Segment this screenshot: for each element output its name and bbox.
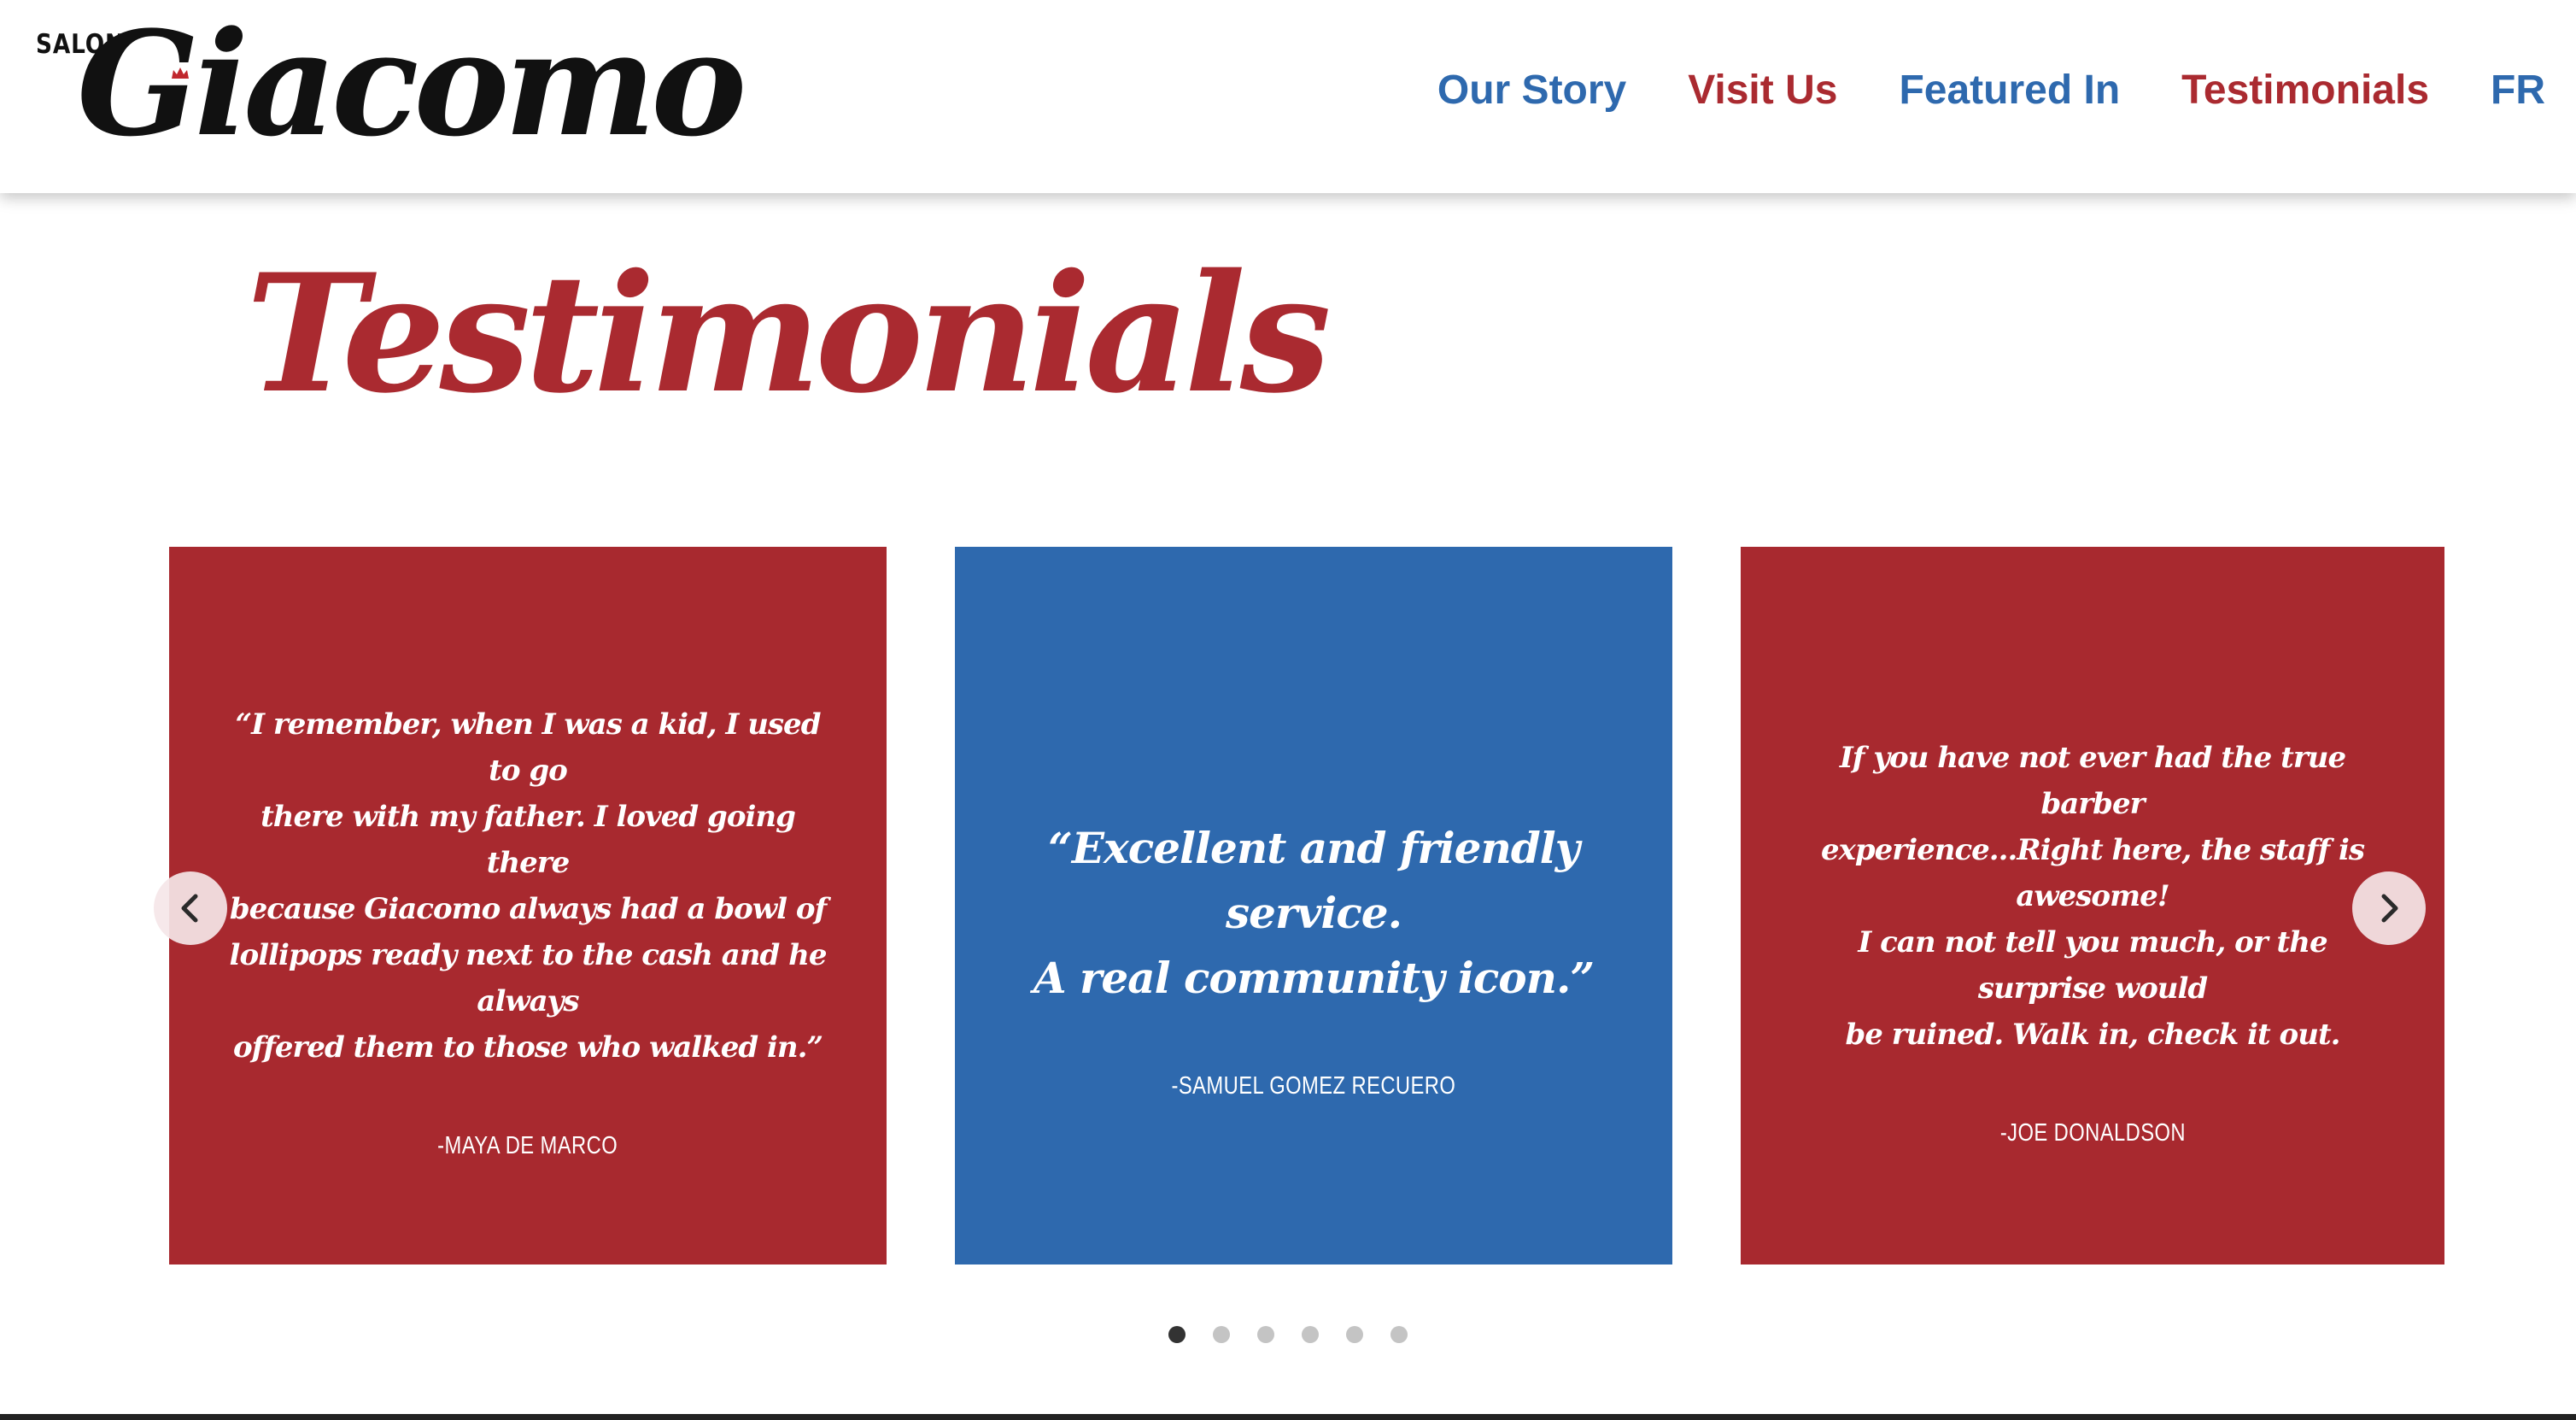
carousel-next-button[interactable]	[2352, 871, 2426, 945]
quote-line: offered them to those who walked in.”	[232, 1030, 823, 1065]
nav-testimonials[interactable]: Testimonials	[2181, 67, 2429, 114]
carousel-dot[interactable]	[1257, 1326, 1274, 1343]
quote-line: there with my father. I loved going ther…	[261, 799, 796, 880]
quote-line: A real community icon.”	[1033, 952, 1595, 1003]
testimonial-carousel: “I remember, when I was a kid, I used to…	[0, 547, 2576, 1343]
testimonial-quote: “I remember, when I was a kid, I used to…	[229, 701, 828, 1071]
main-nav: Our Story Visit Us Featured In Testimoni…	[1437, 67, 2545, 114]
logo[interactable]: SALON Giacomo	[32, 12, 746, 186]
testimonial-author: -SAMUEL GOMEZ RECUERO	[1171, 1071, 1456, 1100]
chevron-left-icon	[181, 894, 198, 923]
page-title: Testimonials	[246, 238, 1332, 429]
footer-divider	[0, 1414, 2576, 1420]
quote-line: “I remember, when I was a kid, I used to…	[235, 707, 822, 788]
carousel-dot[interactable]	[1168, 1326, 1186, 1343]
nav-featured-in[interactable]: Featured In	[1899, 67, 2120, 114]
carousel-pagination	[1168, 1326, 1408, 1343]
testimonial-card: If you have not ever had the true barber…	[1741, 547, 2444, 1265]
site-header: SALON Giacomo Our Story Visit Us Feature…	[0, 0, 2576, 193]
nav-language-fr[interactable]: FR	[2491, 67, 2545, 114]
chevron-right-icon	[2381, 894, 2398, 923]
carousel-dot[interactable]	[1346, 1326, 1363, 1343]
quote-line: I can not tell you much, or the surprise…	[1858, 924, 2327, 1006]
quote-line: lollipops ready next to the cash and he …	[229, 937, 828, 1018]
testimonial-author: -JOE DONALDSON	[1999, 1118, 2186, 1147]
carousel-dot[interactable]	[1302, 1326, 1319, 1343]
carousel-prev-button[interactable]	[154, 871, 227, 945]
quote-line: experience...Right here, the staff is aw…	[1820, 832, 2365, 913]
testimonial-quote: “Excellent and friendly service. A real …	[1015, 816, 1613, 1011]
testimonial-author: -MAYA DE MARCO	[437, 1131, 618, 1159]
testimonial-quote: If you have not ever had the true barber…	[1800, 735, 2385, 1058]
nav-our-story[interactable]: Our Story	[1437, 67, 1626, 114]
carousel-dot[interactable]	[1213, 1326, 1230, 1343]
quote-line: “Excellent and friendly service.	[1048, 822, 1580, 938]
crown-icon	[172, 67, 189, 79]
quote-line: be ruined. Walk in, check it out.	[1845, 1017, 2340, 1052]
logo-wordmark: Giacomo	[77, 0, 746, 168]
quote-line: If you have not ever had the true barber	[1839, 740, 2346, 821]
testimonial-card: “I remember, when I was a kid, I used to…	[169, 547, 887, 1265]
carousel-dot[interactable]	[1390, 1326, 1408, 1343]
testimonial-card: “Excellent and friendly service. A real …	[955, 547, 1672, 1265]
nav-visit-us[interactable]: Visit Us	[1688, 67, 1837, 114]
quote-line: because Giacomo always had a bowl of	[229, 891, 827, 926]
